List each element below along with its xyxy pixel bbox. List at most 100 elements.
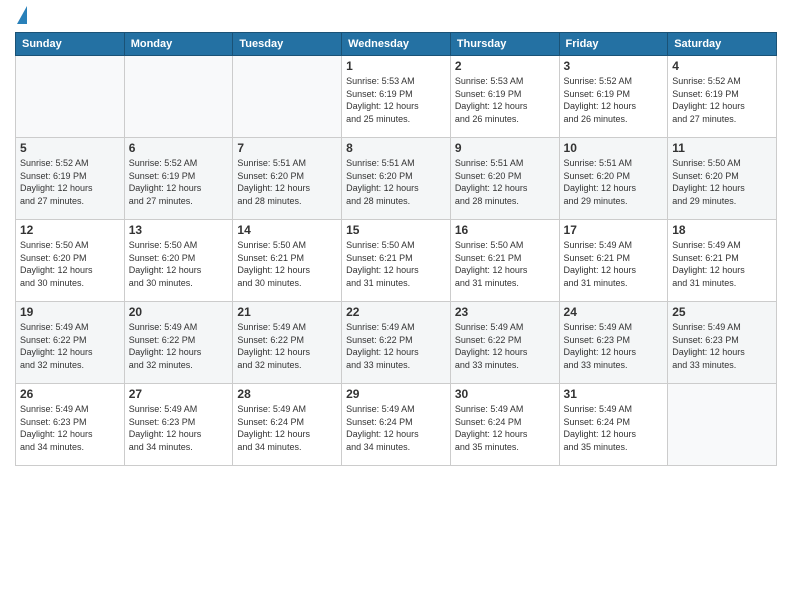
day-info: Sunrise: 5:49 AM Sunset: 6:22 PM Dayligh…: [455, 321, 555, 371]
day-info: Sunrise: 5:49 AM Sunset: 6:22 PM Dayligh…: [129, 321, 229, 371]
calendar-cell: 21 Sunrise: 5:49 AM Sunset: 6:22 PM Dayli…: [233, 302, 342, 384]
header-day-sunday: Sunday: [16, 33, 125, 56]
calendar-cell: 8 Sunrise: 5:51 AM Sunset: 6:20 PM Daylig…: [342, 138, 451, 220]
logo: [15, 10, 27, 24]
calendar-cell: 31Sunrise: 5:49 AM Sunset: 6:24 PM Dayli…: [559, 384, 668, 466]
header-day-thursday: Thursday: [450, 33, 559, 56]
day-number: 24: [564, 305, 664, 319]
day-number: 28: [237, 387, 337, 401]
day-number: 7: [237, 141, 337, 155]
calendar-cell: 6 Sunrise: 5:52 AM Sunset: 6:19 PM Daylig…: [124, 138, 233, 220]
header-row: SundayMondayTuesdayWednesdayThursdayFrid…: [16, 33, 777, 56]
header-day-tuesday: Tuesday: [233, 33, 342, 56]
day-info: Sunrise: 5:49 AM Sunset: 6:24 PM Dayligh…: [346, 403, 446, 453]
calendar-cell: 27Sunrise: 5:49 AM Sunset: 6:23 PM Dayli…: [124, 384, 233, 466]
calendar-cell: 24 Sunrise: 5:49 AM Sunset: 6:23 PM Dayli…: [559, 302, 668, 384]
day-info: Sunrise: 5:50 AM Sunset: 6:21 PM Dayligh…: [455, 239, 555, 289]
calendar-cell: 11 Sunrise: 5:50 AM Sunset: 6:20 PM Dayli…: [668, 138, 777, 220]
day-info: Sunrise: 5:53 AM Sunset: 6:19 PM Dayligh…: [455, 75, 555, 125]
calendar-body: 1 Sunrise: 5:53 AM Sunset: 6:19 PM Daylig…: [16, 56, 777, 466]
calendar-header: SundayMondayTuesdayWednesdayThursdayFrid…: [16, 33, 777, 56]
week-row-2: 5 Sunrise: 5:52 AM Sunset: 6:19 PM Daylig…: [16, 138, 777, 220]
calendar-cell: 1 Sunrise: 5:53 AM Sunset: 6:19 PM Daylig…: [342, 56, 451, 138]
day-info: Sunrise: 5:51 AM Sunset: 6:20 PM Dayligh…: [455, 157, 555, 207]
day-number: 18: [672, 223, 772, 237]
day-info: Sunrise: 5:49 AM Sunset: 6:23 PM Dayligh…: [129, 403, 229, 453]
day-number: 26: [20, 387, 120, 401]
header-day-friday: Friday: [559, 33, 668, 56]
calendar-cell: [668, 384, 777, 466]
day-number: 16: [455, 223, 555, 237]
calendar-cell: 25 Sunrise: 5:49 AM Sunset: 6:23 PM Dayli…: [668, 302, 777, 384]
day-number: 2: [455, 59, 555, 73]
day-info: Sunrise: 5:49 AM Sunset: 6:23 PM Dayligh…: [564, 321, 664, 371]
day-number: 8: [346, 141, 446, 155]
calendar-cell: 2 Sunrise: 5:53 AM Sunset: 6:19 PM Daylig…: [450, 56, 559, 138]
day-number: 6: [129, 141, 229, 155]
calendar-cell: [16, 56, 125, 138]
day-number: 23: [455, 305, 555, 319]
calendar-cell: [233, 56, 342, 138]
calendar-cell: 15Sunrise: 5:50 AM Sunset: 6:21 PM Dayli…: [342, 220, 451, 302]
calendar-cell: 20Sunrise: 5:49 AM Sunset: 6:22 PM Dayli…: [124, 302, 233, 384]
calendar-cell: 17 Sunrise: 5:49 AM Sunset: 6:21 PM Dayli…: [559, 220, 668, 302]
header-day-monday: Monday: [124, 33, 233, 56]
calendar-cell: [124, 56, 233, 138]
day-number: 12: [20, 223, 120, 237]
calendar-cell: 28 Sunrise: 5:49 AM Sunset: 6:24 PM Dayli…: [233, 384, 342, 466]
day-info: Sunrise: 5:50 AM Sunset: 6:20 PM Dayligh…: [672, 157, 772, 207]
day-info: Sunrise: 5:52 AM Sunset: 6:19 PM Dayligh…: [129, 157, 229, 207]
calendar-cell: 30 Sunrise: 5:49 AM Sunset: 6:24 PM Dayli…: [450, 384, 559, 466]
calendar-cell: 12Sunrise: 5:50 AM Sunset: 6:20 PM Dayli…: [16, 220, 125, 302]
day-number: 4: [672, 59, 772, 73]
calendar-cell: 22 Sunrise: 5:49 AM Sunset: 6:22 PM Dayli…: [342, 302, 451, 384]
day-info: Sunrise: 5:49 AM Sunset: 6:21 PM Dayligh…: [564, 239, 664, 289]
day-info: Sunrise: 5:52 AM Sunset: 6:19 PM Dayligh…: [20, 157, 120, 207]
week-row-1: 1 Sunrise: 5:53 AM Sunset: 6:19 PM Daylig…: [16, 56, 777, 138]
day-number: 31: [564, 387, 664, 401]
day-info: Sunrise: 5:51 AM Sunset: 6:20 PM Dayligh…: [346, 157, 446, 207]
day-info: Sunrise: 5:50 AM Sunset: 6:20 PM Dayligh…: [129, 239, 229, 289]
page: SundayMondayTuesdayWednesdayThursdayFrid…: [0, 0, 792, 612]
logo-triangle-icon: [17, 6, 27, 24]
logo-text: [15, 10, 27, 24]
header-day-wednesday: Wednesday: [342, 33, 451, 56]
day-info: Sunrise: 5:49 AM Sunset: 6:23 PM Dayligh…: [20, 403, 120, 453]
calendar-cell: 26 Sunrise: 5:49 AM Sunset: 6:23 PM Dayli…: [16, 384, 125, 466]
day-number: 13: [129, 223, 229, 237]
day-info: Sunrise: 5:49 AM Sunset: 6:21 PM Dayligh…: [672, 239, 772, 289]
day-number: 22: [346, 305, 446, 319]
header-day-saturday: Saturday: [668, 33, 777, 56]
calendar-cell: 3Sunrise: 5:52 AM Sunset: 6:19 PM Daylig…: [559, 56, 668, 138]
calendar-cell: 18 Sunrise: 5:49 AM Sunset: 6:21 PM Dayli…: [668, 220, 777, 302]
day-number: 21: [237, 305, 337, 319]
day-info: Sunrise: 5:49 AM Sunset: 6:22 PM Dayligh…: [237, 321, 337, 371]
calendar-cell: 7Sunrise: 5:51 AM Sunset: 6:20 PM Daylig…: [233, 138, 342, 220]
day-info: Sunrise: 5:49 AM Sunset: 6:23 PM Dayligh…: [672, 321, 772, 371]
day-info: Sunrise: 5:51 AM Sunset: 6:20 PM Dayligh…: [564, 157, 664, 207]
day-info: Sunrise: 5:52 AM Sunset: 6:19 PM Dayligh…: [564, 75, 664, 125]
calendar-cell: 13 Sunrise: 5:50 AM Sunset: 6:20 PM Dayli…: [124, 220, 233, 302]
calendar-table: SundayMondayTuesdayWednesdayThursdayFrid…: [15, 32, 777, 466]
day-number: 11: [672, 141, 772, 155]
day-number: 1: [346, 59, 446, 73]
day-number: 30: [455, 387, 555, 401]
calendar-cell: 9 Sunrise: 5:51 AM Sunset: 6:20 PM Daylig…: [450, 138, 559, 220]
day-number: 17: [564, 223, 664, 237]
week-row-4: 19 Sunrise: 5:49 AM Sunset: 6:22 PM Dayli…: [16, 302, 777, 384]
calendar-cell: 14Sunrise: 5:50 AM Sunset: 6:21 PM Dayli…: [233, 220, 342, 302]
day-number: 29: [346, 387, 446, 401]
day-info: Sunrise: 5:49 AM Sunset: 6:22 PM Dayligh…: [346, 321, 446, 371]
day-number: 25: [672, 305, 772, 319]
day-info: Sunrise: 5:49 AM Sunset: 6:24 PM Dayligh…: [237, 403, 337, 453]
calendar-cell: 19Sunrise: 5:49 AM Sunset: 6:22 PM Dayli…: [16, 302, 125, 384]
day-info: Sunrise: 5:50 AM Sunset: 6:21 PM Dayligh…: [237, 239, 337, 289]
day-info: Sunrise: 5:53 AM Sunset: 6:19 PM Dayligh…: [346, 75, 446, 125]
day-info: Sunrise: 5:49 AM Sunset: 6:24 PM Dayligh…: [455, 403, 555, 453]
day-info: Sunrise: 5:52 AM Sunset: 6:19 PM Dayligh…: [672, 75, 772, 125]
day-number: 9: [455, 141, 555, 155]
calendar-cell: 4 Sunrise: 5:52 AM Sunset: 6:19 PM Daylig…: [668, 56, 777, 138]
day-number: 19: [20, 305, 120, 319]
day-number: 5: [20, 141, 120, 155]
calendar-cell: 10Sunrise: 5:51 AM Sunset: 6:20 PM Dayli…: [559, 138, 668, 220]
